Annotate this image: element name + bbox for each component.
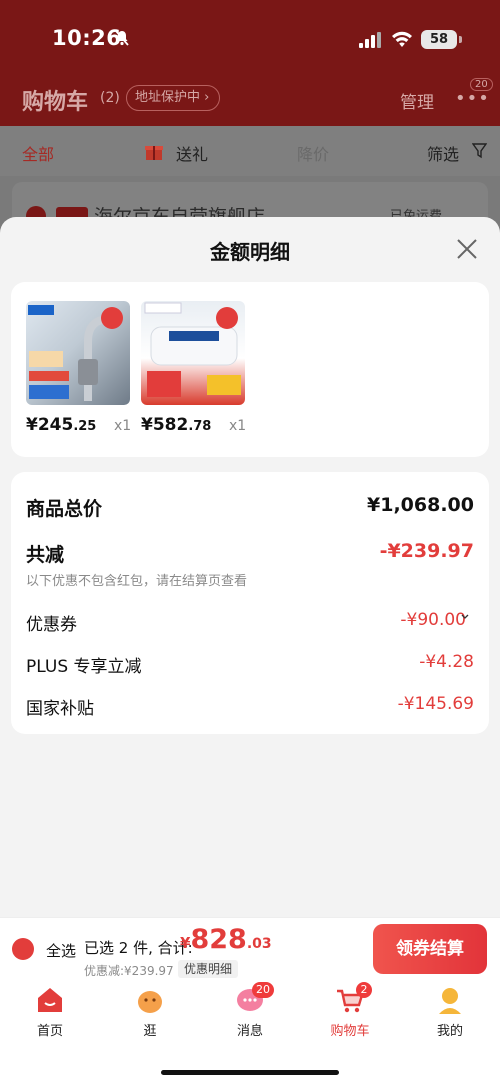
sheet-title: 金额明细	[210, 240, 290, 264]
product-2-price: ¥582.78	[141, 415, 211, 435]
profile-icon[interactable]	[435, 985, 465, 1015]
product-1-checked-icon	[101, 307, 123, 329]
selected-summary: 已选 2 件, 合计:	[84, 939, 193, 957]
saved-amount: 优惠减:¥239.97	[84, 964, 174, 978]
signal-icon	[359, 32, 381, 48]
select-all-label[interactable]: 全选	[46, 940, 76, 961]
total-value: ¥1,068.00	[367, 494, 474, 516]
page-title: 购物车	[22, 90, 89, 115]
manage-button[interactable]: 管理	[400, 88, 434, 113]
tab-messages[interactable]: 消息	[220, 1020, 280, 1039]
mute-bell-icon	[115, 30, 129, 46]
product-1-qty: x1	[114, 418, 132, 434]
coupon-value[interactable]: -¥90.00	[400, 610, 466, 630]
reduce-value: -¥239.97	[379, 540, 474, 562]
battery-tip	[459, 36, 462, 43]
cart-count: (2)	[100, 90, 120, 106]
gov-subsidy-label: 国家补贴	[26, 699, 94, 719]
product-1-price: ¥245.25	[26, 415, 96, 435]
discount-hint: 以下优惠不包含红包，请在结算页查看	[26, 574, 248, 589]
plus-discount-label: PLUS 专享立减	[26, 657, 142, 677]
total-price-main: 828	[190, 924, 247, 955]
plus-discount-value: -¥4.28	[419, 652, 474, 672]
product-2-qty: x1	[229, 418, 247, 434]
close-icon[interactable]	[456, 238, 478, 260]
tab-all[interactable]: 全部	[22, 141, 54, 165]
filter-tabs-bar	[0, 126, 500, 176]
tab-cart[interactable]: 购物车	[320, 1020, 380, 1039]
product-1-price-dec: .25	[73, 419, 97, 434]
cart-badge: 2	[356, 982, 372, 998]
home-indicator	[161, 1070, 339, 1075]
coupon-label: 优惠券	[26, 615, 77, 635]
more-badge: 20	[470, 78, 493, 91]
wifi-icon	[392, 31, 412, 47]
status-bar: 10:26 58	[0, 0, 500, 80]
product-2-price-dec: .78	[188, 419, 212, 434]
product-2-price-main: ¥582	[141, 415, 189, 435]
status-time: 10:26	[52, 26, 122, 50]
gift-icon	[145, 146, 163, 160]
tab-stroll[interactable]: 逛	[120, 1020, 180, 1039]
total-label: 商品总价	[26, 498, 103, 520]
checkout-button[interactable]: 领券结算	[373, 924, 487, 974]
tab-gift[interactable]: 送礼	[176, 141, 208, 165]
battery-indicator: 58	[421, 30, 457, 49]
home-icon[interactable]	[35, 985, 65, 1015]
tab-price-drop[interactable]: 降价	[297, 141, 329, 165]
tab-me[interactable]: 我的	[420, 1020, 480, 1039]
tab-home[interactable]: 首页	[20, 1020, 80, 1039]
select-all-checkbox[interactable]	[12, 938, 34, 960]
stroll-icon[interactable]	[135, 985, 165, 1015]
total-price-yen: ¥	[180, 934, 191, 952]
address-protect-label: 地址保护中	[135, 90, 201, 105]
address-protect-button[interactable]: 地址保护中 ›	[126, 85, 221, 111]
total-price-dec: .03	[246, 936, 272, 952]
product-1-price-main: ¥245	[26, 415, 74, 435]
chevron-down-icon[interactable]	[461, 613, 469, 621]
reduce-label: 共减	[26, 544, 65, 566]
total-price: ¥828.03	[180, 924, 272, 955]
product-2-checked-icon	[216, 307, 238, 329]
gov-subsidy-value: -¥145.69	[397, 694, 474, 714]
tab-filter[interactable]: 筛选	[427, 141, 459, 165]
filter-icon[interactable]	[472, 143, 487, 159]
messages-badge: 20	[252, 982, 274, 998]
discount-detail-button[interactable]: 优惠明细	[178, 960, 239, 978]
more-icon[interactable]: •••	[455, 88, 490, 109]
